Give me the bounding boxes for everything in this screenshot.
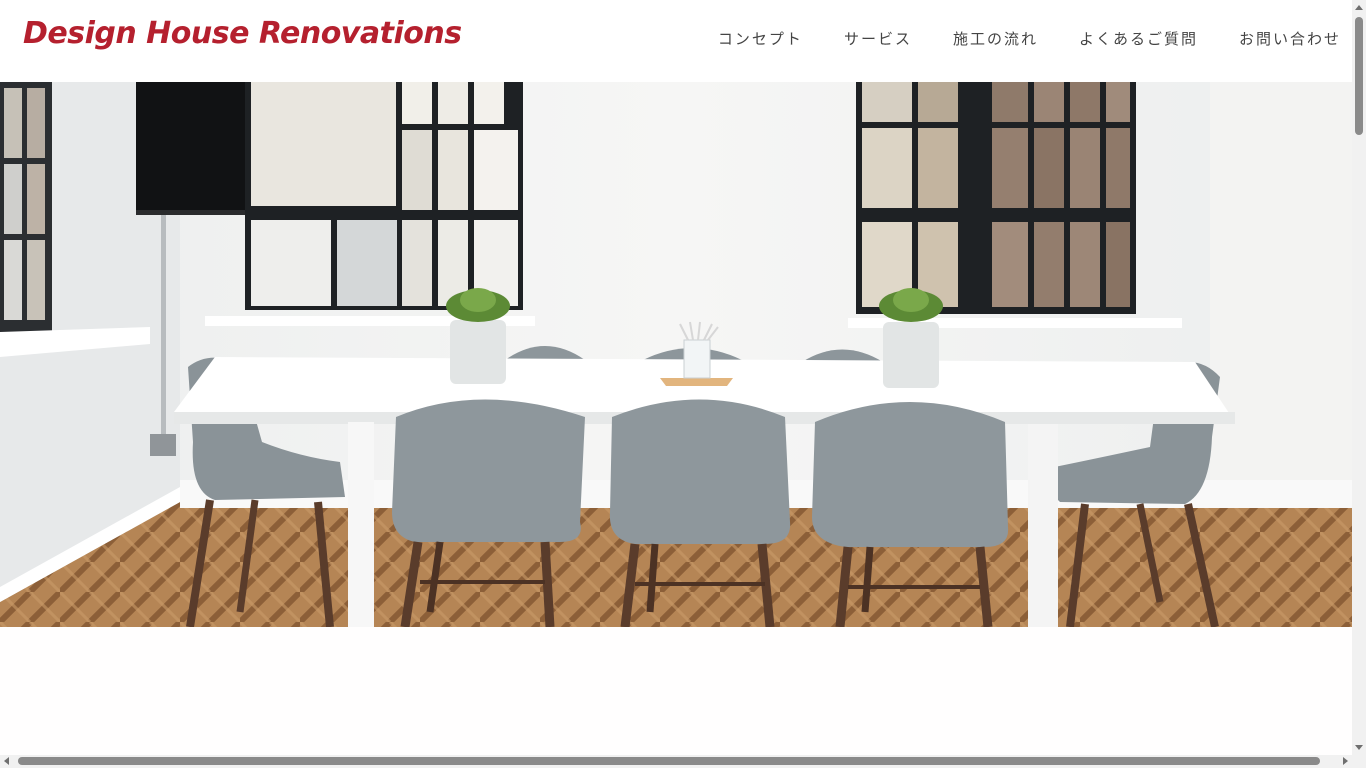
nav-item-service[interactable]: サービス [844, 28, 912, 49]
arrow-right-icon[interactable] [1343, 757, 1348, 765]
dining-room-photo [0, 82, 1352, 627]
site-header: Design House Renovations コンセプト サービス 施工の流… [0, 0, 1352, 82]
arrow-left-icon[interactable] [4, 757, 9, 765]
vertical-scrollbar[interactable] [1352, 0, 1366, 755]
hero-image [0, 82, 1352, 627]
content-area [0, 627, 1352, 755]
main-nav: コンセプト サービス 施工の流れ よくあるご質問 お問い合わせ [718, 28, 1341, 49]
vertical-scroll-thumb[interactable] [1355, 17, 1363, 135]
nav-item-concept[interactable]: コンセプト [718, 28, 803, 49]
horizontal-scrollbar[interactable] [0, 755, 1352, 768]
site-logo[interactable]: Design House Renovations [23, 16, 462, 51]
arrow-down-icon[interactable] [1355, 745, 1363, 750]
arrow-up-icon[interactable] [1355, 5, 1363, 10]
scrollbar-corner [1352, 755, 1366, 768]
nav-item-faq[interactable]: よくあるご質問 [1079, 28, 1198, 49]
nav-item-construction-flow[interactable]: 施工の流れ [953, 28, 1038, 49]
horizontal-scroll-thumb[interactable] [18, 757, 1320, 765]
nav-item-contact[interactable]: お問い合わせ [1239, 28, 1341, 49]
